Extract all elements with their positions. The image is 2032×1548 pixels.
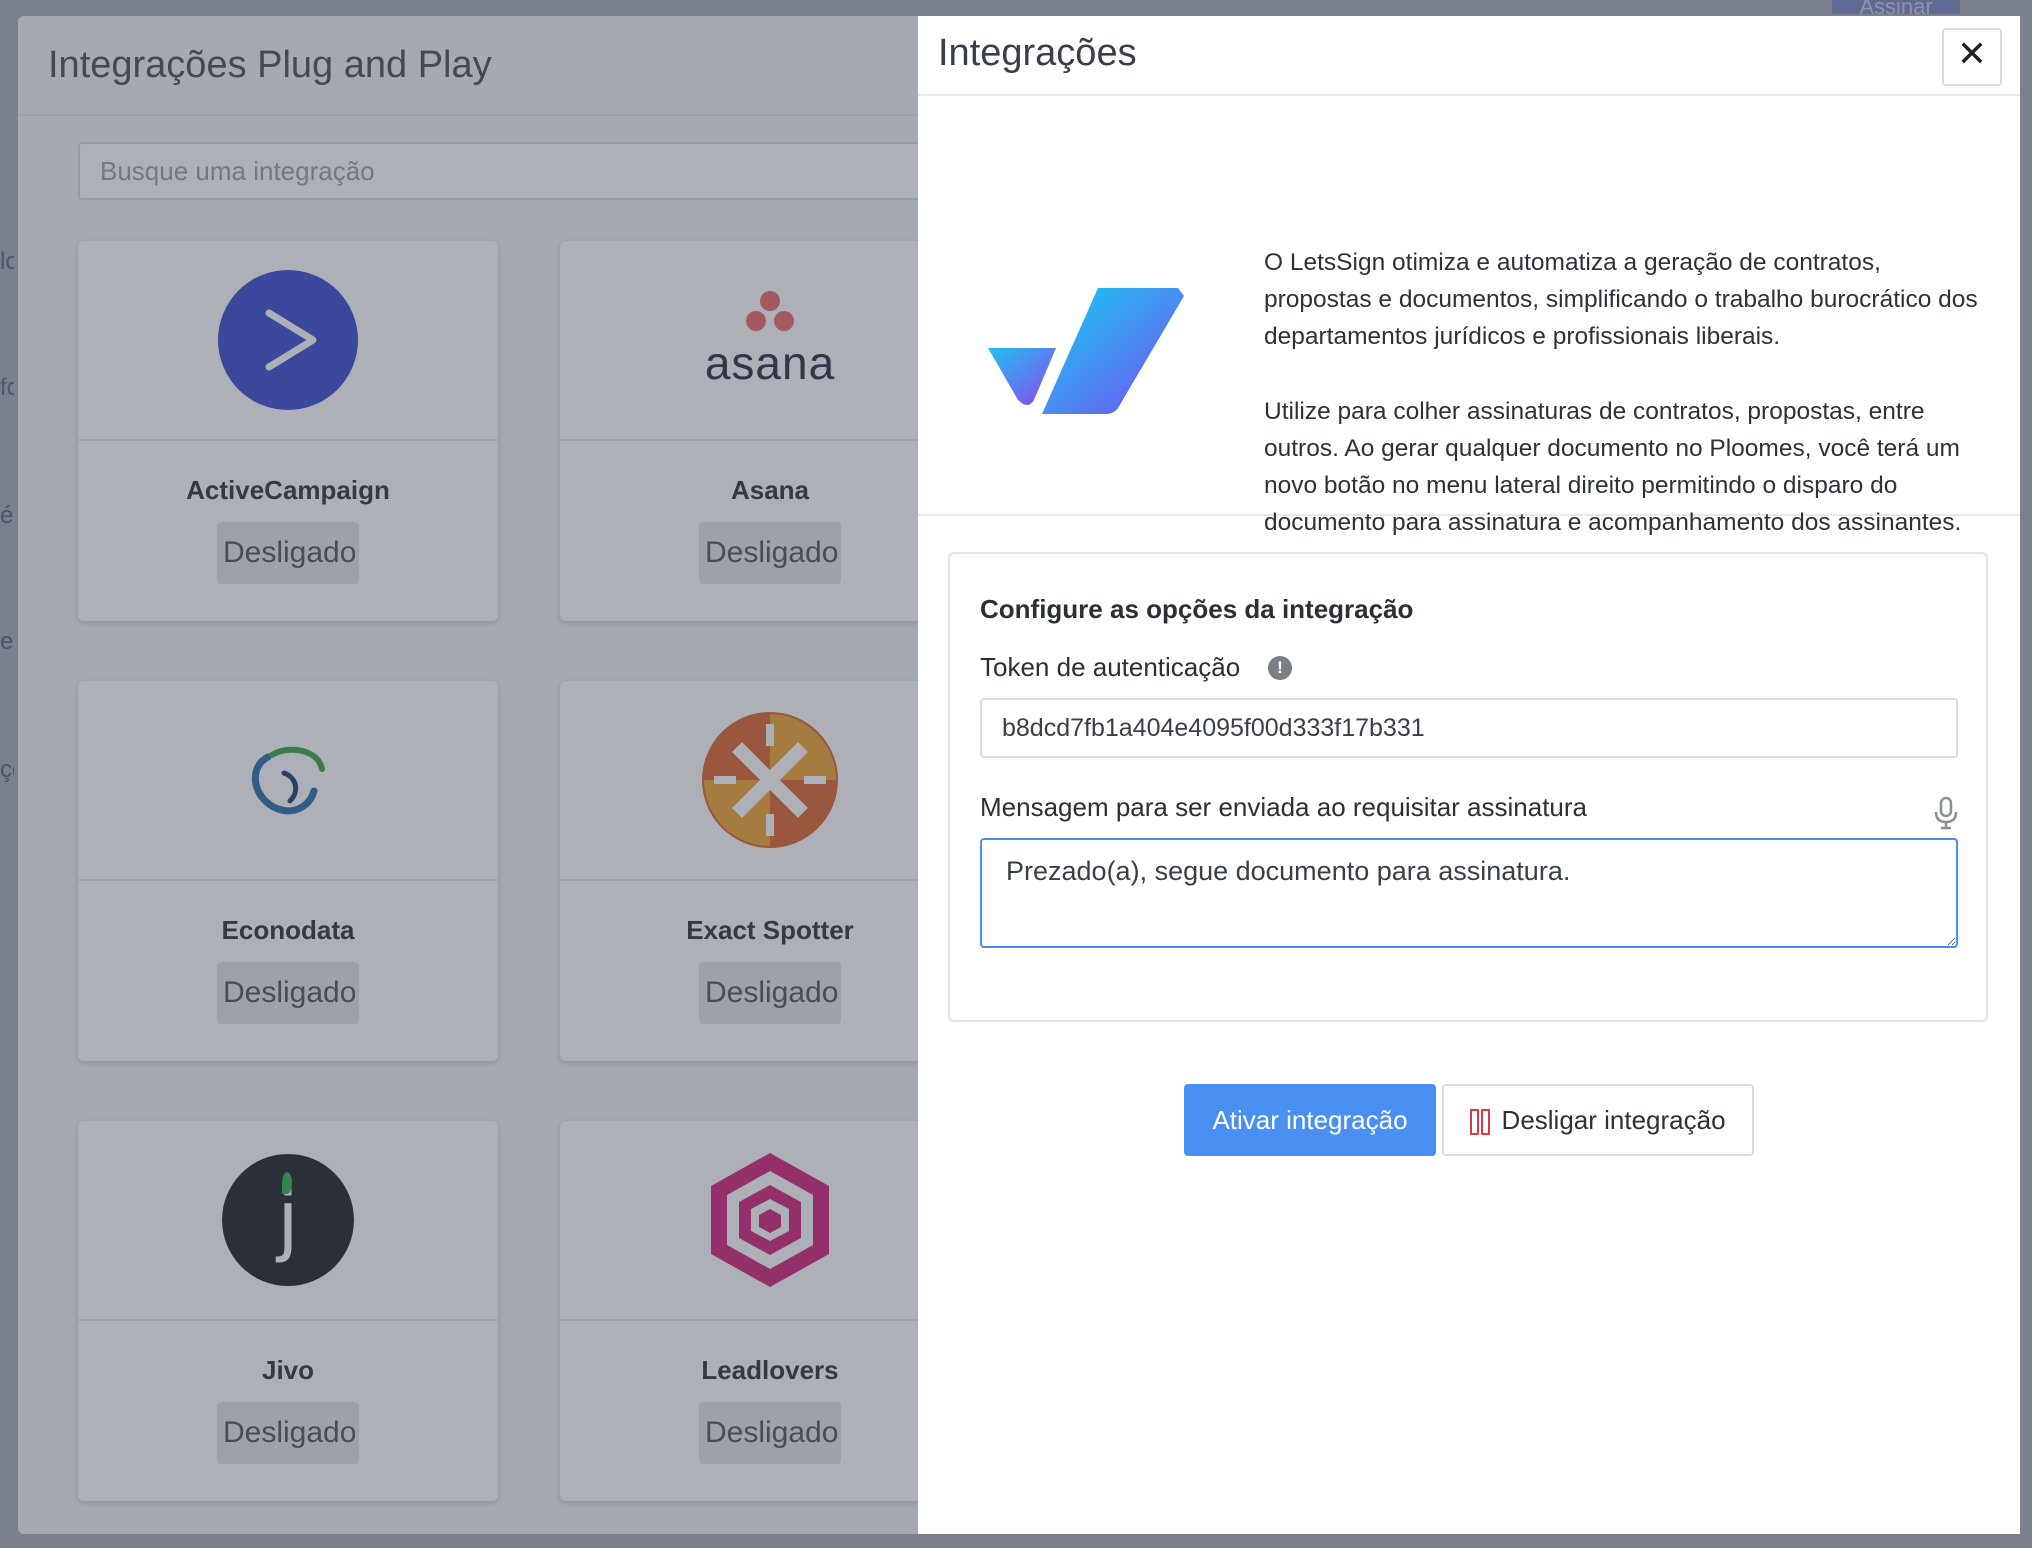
close-button[interactable]: ✕ (1942, 28, 2002, 86)
microphone-icon[interactable] (1932, 796, 1960, 830)
jivo-logo-icon: j (222, 1154, 354, 1286)
action-buttons: Ativar integração Desligar integração (918, 1084, 2020, 1156)
token-field[interactable] (980, 698, 1958, 758)
deactivate-integration-button[interactable]: Desligar integração (1441, 1084, 1754, 1156)
close-icon: ✕ (1956, 33, 1988, 74)
card-logo-area (78, 681, 498, 881)
letssign-logo-icon (988, 288, 1184, 414)
card-name: ActiveCampaign (186, 475, 390, 505)
integration-card-activecampaign[interactable]: ActiveCampaign Desligado (78, 241, 498, 621)
card-status-button[interactable]: Desligado (217, 522, 359, 584)
card-name: Exact Spotter (686, 915, 854, 945)
description-paragraph: Utilize para colher assinaturas de contr… (1264, 398, 1962, 536)
asana-dots-icon (746, 291, 794, 331)
integration-detail-drawer: Integrações ✕ O LetsSign otimiza e autom… (918, 16, 2020, 1534)
activate-integration-button[interactable]: Ativar integração (1184, 1084, 1436, 1156)
card-name: Econodata (221, 915, 355, 945)
message-textarea[interactable]: Prezado(a), segue documento para assinat… (980, 838, 1958, 948)
drawer-title: Integrações (938, 32, 1137, 74)
asana-wordmark: asana (704, 337, 836, 389)
integration-card-asana[interactable]: asana Asana Desligado (560, 241, 980, 621)
econodata-logo-icon (251, 746, 325, 815)
integration-card-exact-spotter[interactable]: Exact Spotter Desligado (560, 681, 980, 1061)
edge-text-fragment: é- (0, 502, 14, 529)
integration-intro: O LetsSign otimiza e automatiza a geraçã… (918, 96, 2020, 536)
sign-button[interactable]: Assinar (1832, 0, 1960, 14)
edge-text-fragment: er (0, 628, 14, 655)
card-name: Asana (730, 475, 810, 505)
card-logo-area: j (78, 1121, 498, 1321)
card-status-button[interactable]: Desligado (699, 1402, 841, 1464)
edge-text-fragment: lo (0, 248, 14, 275)
card-logo-area: asana (560, 241, 980, 441)
drawer-header: Integrações ✕ (918, 16, 2020, 96)
modal-title: Integrações Plug and Play (48, 43, 492, 86)
description-paragraph: O LetsSign otimiza e automatiza a geraçã… (1264, 249, 1978, 350)
card-status-button[interactable]: Desligado (217, 962, 359, 1024)
card-status-button[interactable]: Desligado (699, 522, 841, 584)
edge-text-fragment: fo (0, 374, 14, 401)
card-status-button[interactable]: Desligado (217, 1402, 359, 1464)
integration-description: O LetsSign otimiza e automatiza a geraçã… (1264, 244, 1984, 579)
edge-text-fragment: çõ (0, 756, 14, 783)
config-title: Configure as opções da integração (980, 594, 1414, 624)
info-icon[interactable]: ! (1268, 656, 1292, 680)
activecampaign-logo-icon (218, 270, 358, 410)
card-status-button[interactable]: Desligado (699, 962, 841, 1024)
card-logo-area (560, 1121, 980, 1321)
exact-spotter-logo-icon (702, 712, 838, 848)
integration-card-leadlovers[interactable]: Leadlovers Desligado (560, 1121, 980, 1501)
deactivate-label: Desligar integração (1501, 1104, 1726, 1135)
config-panel: Configure as opções da integração Token … (948, 552, 1988, 1022)
integration-card-jivo[interactable]: j Jivo Desligado (78, 1121, 498, 1501)
leadlovers-logo-icon (711, 1153, 829, 1287)
card-name: Jivo (261, 1355, 315, 1385)
card-logo-area (560, 681, 980, 881)
token-label: Token de autenticação (980, 652, 1241, 682)
integration-card-econodata[interactable]: Econodata Desligado (78, 681, 498, 1061)
message-label: Mensagem para ser enviada ao requisitar … (980, 792, 1588, 822)
pause-icon (1469, 1108, 1490, 1135)
card-name: Leadlovers (701, 1355, 839, 1385)
card-logo-area (78, 241, 498, 441)
